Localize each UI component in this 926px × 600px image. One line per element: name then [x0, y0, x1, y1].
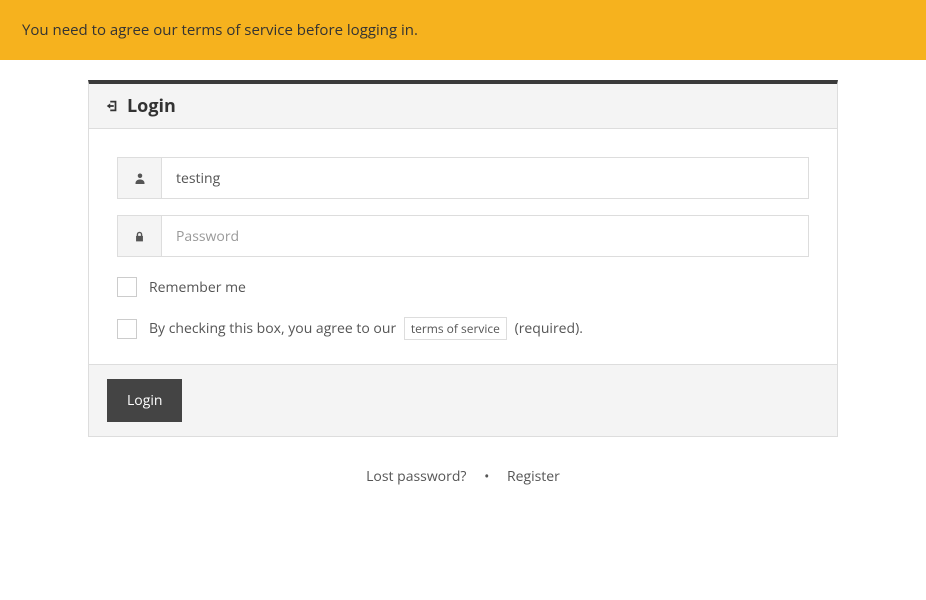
- remember-label: Remember me: [149, 278, 246, 297]
- footer-links: Lost password? • Register: [88, 437, 838, 496]
- username-input[interactable]: [161, 157, 809, 199]
- panel-footer: Login: [89, 364, 837, 436]
- register-link[interactable]: Register: [507, 467, 560, 486]
- alert-message: You need to agree our terms of service b…: [22, 20, 418, 40]
- tos-prefix: By checking this box, you agree to our: [149, 319, 396, 338]
- remember-checkbox[interactable]: [117, 277, 137, 297]
- login-panel: Login: [88, 80, 838, 437]
- lock-icon: [117, 215, 161, 257]
- lost-password-link[interactable]: Lost password?: [366, 467, 466, 486]
- panel-body: Remember me By checking this box, you ag…: [89, 129, 837, 364]
- username-group: [117, 157, 809, 199]
- password-group: [117, 215, 809, 257]
- remember-row: Remember me: [117, 277, 809, 297]
- tos-row: By checking this box, you agree to our t…: [117, 317, 809, 340]
- tos-suffix: (required).: [515, 319, 583, 338]
- tos-link[interactable]: terms of service: [404, 317, 507, 340]
- panel-header: Login: [89, 84, 837, 129]
- password-input[interactable]: [161, 215, 809, 257]
- tos-checkbox[interactable]: [117, 319, 137, 339]
- login-button[interactable]: Login: [107, 379, 182, 422]
- footer-separator: •: [484, 467, 489, 486]
- terms-warning-alert: You need to agree our terms of service b…: [0, 0, 926, 60]
- login-icon: [105, 99, 119, 113]
- tos-label: By checking this box, you agree to our t…: [149, 317, 583, 340]
- user-icon: [117, 157, 161, 199]
- panel-title: Login: [127, 94, 176, 118]
